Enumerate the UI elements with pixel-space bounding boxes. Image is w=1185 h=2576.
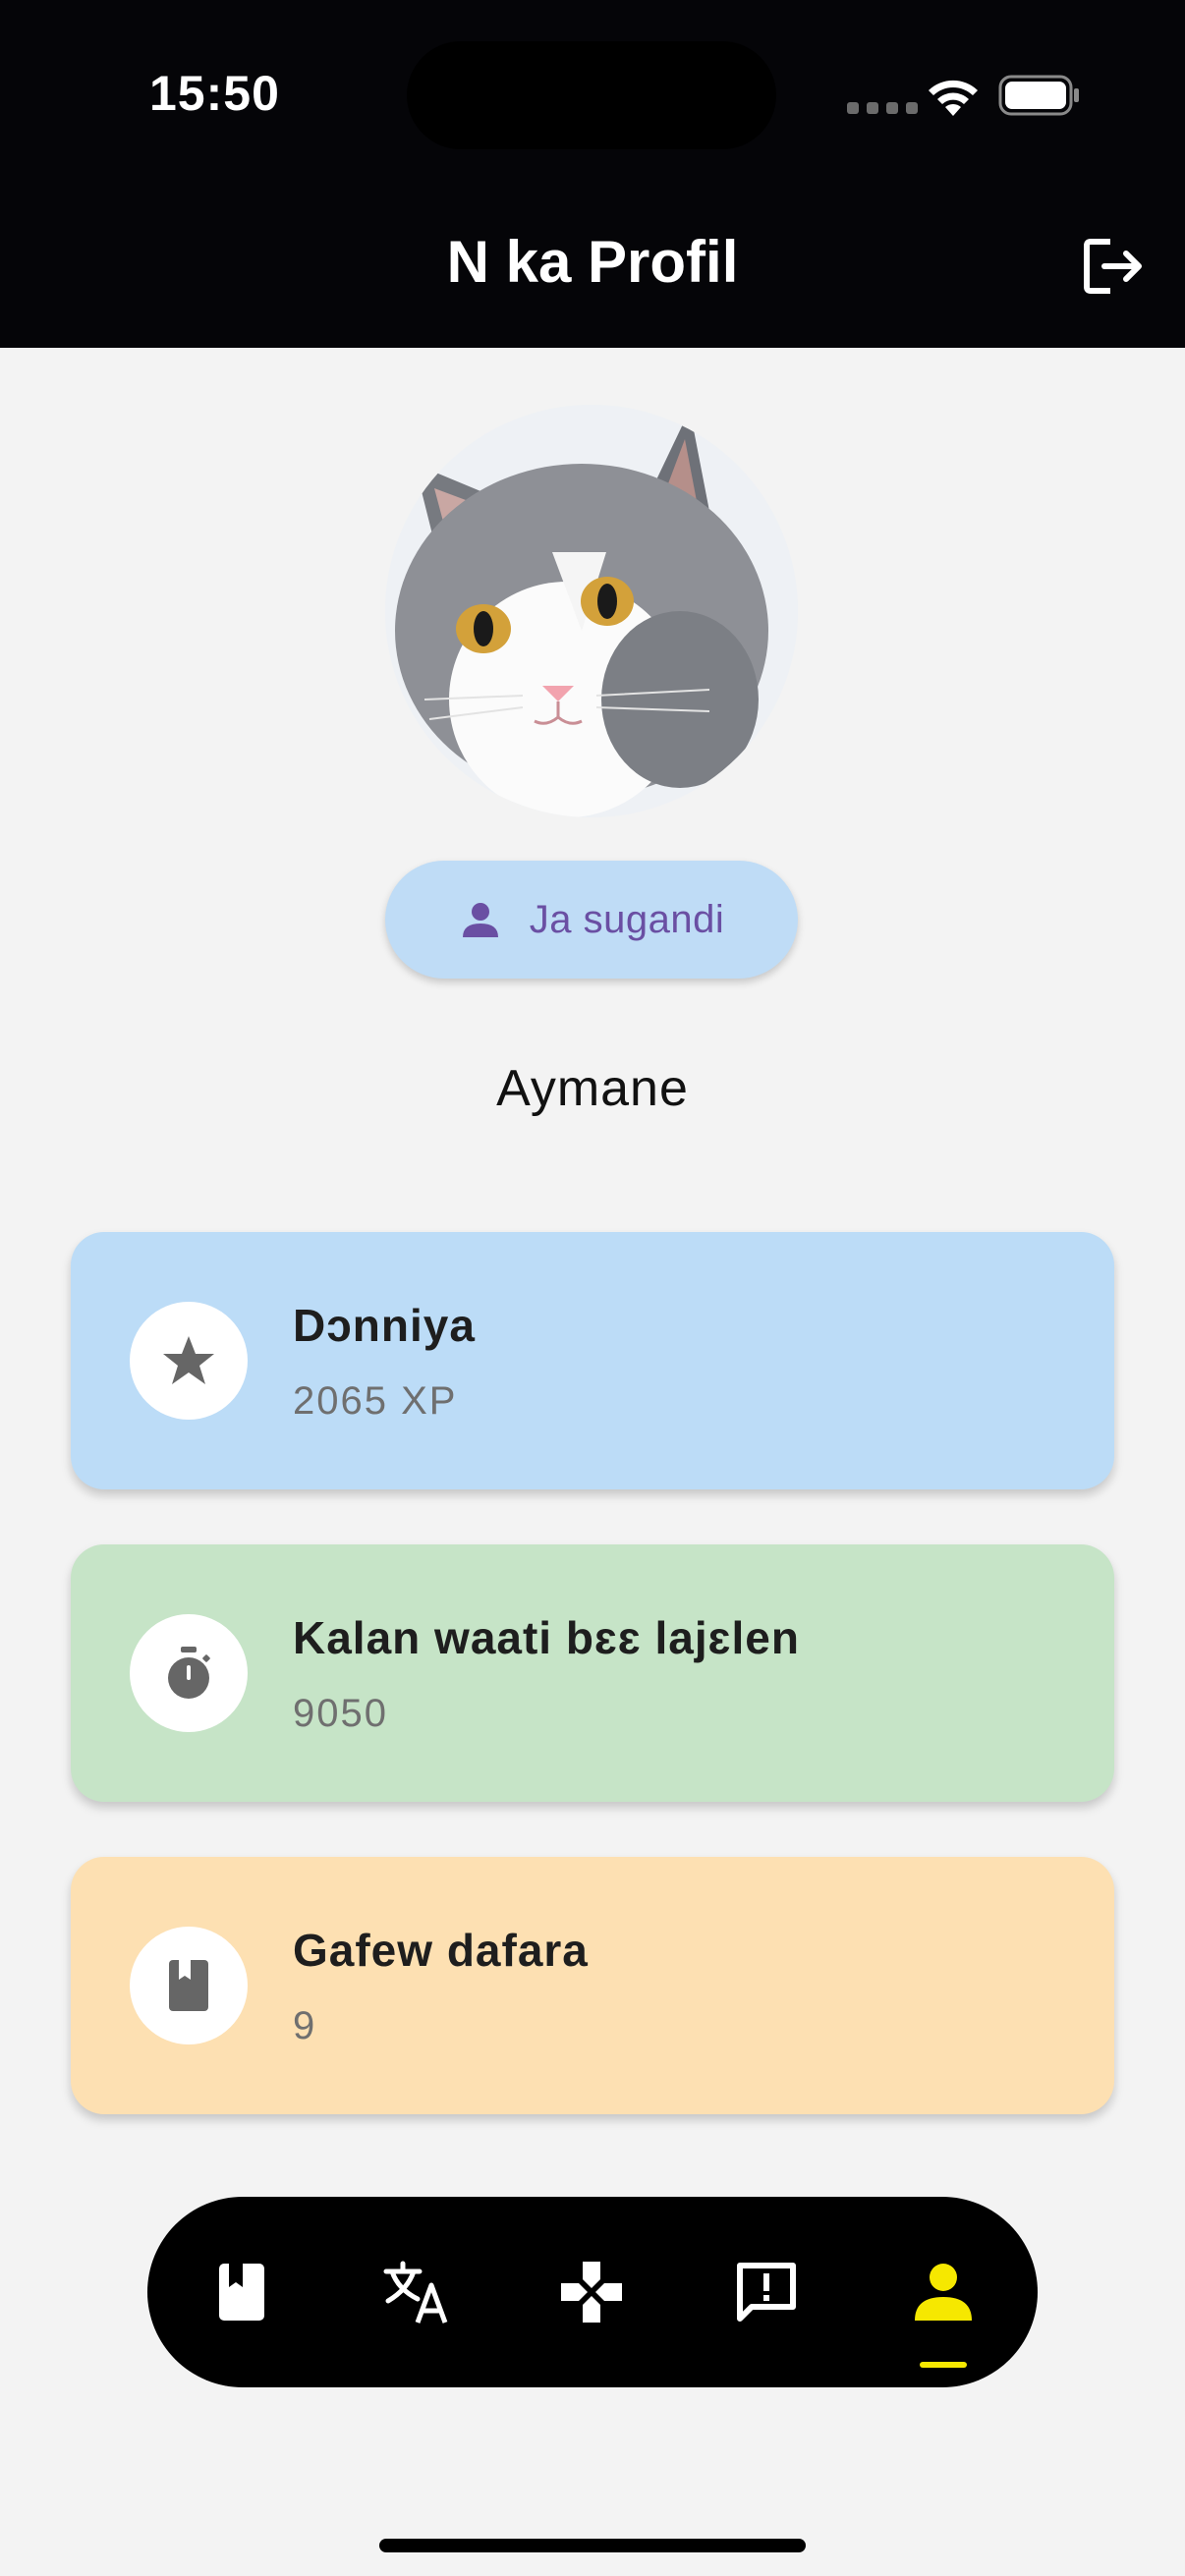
- gamepad-icon: [561, 2262, 622, 2323]
- study-time-card: Kalan waati bɛɛ lajɛlen 9050: [71, 1544, 1114, 1802]
- xp-card: Dɔnniya 2065 XP: [71, 1232, 1114, 1489]
- wifi-icon: [929, 80, 978, 116]
- home-indicator: [379, 2539, 806, 2552]
- star-icon: [163, 1336, 214, 1384]
- feedback-icon: [737, 2263, 796, 2322]
- cellular-signal-icon: [847, 102, 918, 114]
- change-photo-label: Ja sugandi: [529, 897, 725, 941]
- study-time-value: 9050: [293, 1692, 388, 1735]
- nav-item-games[interactable]: [533, 2197, 650, 2387]
- nav-item-feedback[interactable]: [707, 2197, 825, 2387]
- xp-icon-circle: [130, 1302, 248, 1420]
- study-time-icon-circle: [130, 1614, 248, 1732]
- nav-item-profile[interactable]: [884, 2197, 1002, 2387]
- change-photo-button[interactable]: Ja sugandi: [385, 861, 798, 979]
- status-time: 15:50: [149, 66, 280, 121]
- person-icon: [915, 2264, 972, 2321]
- page-title: N ka Profil: [446, 229, 739, 295]
- nav-item-books[interactable]: [183, 2197, 301, 2387]
- dynamic-island: [407, 41, 776, 149]
- translate-icon: [383, 2261, 448, 2324]
- top-app-bar: 15:50 N ka Profil: [0, 0, 1185, 348]
- logout-icon[interactable]: [1079, 232, 1148, 301]
- nav-item-translate[interactable]: [358, 2197, 476, 2387]
- book-icon: [169, 1960, 208, 2011]
- books-read-value: 9: [293, 2004, 317, 2047]
- avatar: [385, 405, 798, 817]
- person-icon: [462, 903, 498, 937]
- xp-title: Dɔnniya: [293, 1300, 476, 1351]
- username: Aymane: [496, 1060, 689, 1117]
- book-icon: [219, 2264, 264, 2321]
- active-tab-indicator: [920, 2362, 967, 2368]
- xp-value: 2065 XP: [293, 1379, 458, 1423]
- battery-icon: [998, 75, 1079, 116]
- stopwatch-icon: [168, 1647, 210, 1699]
- bottom-navigation: [147, 2197, 1038, 2387]
- books-read-card: Gafew dafara 9: [71, 1857, 1114, 2114]
- study-time-title: Kalan waati bɛɛ lajɛlen: [293, 1612, 800, 1663]
- books-read-title: Gafew dafara: [293, 1925, 589, 1976]
- cat-photo: [385, 405, 798, 817]
- books-read-icon-circle: [130, 1927, 248, 2044]
- profile-screen: 15:50 N ka Profil Ja sugandi Aymane Dɔnn…: [0, 0, 1185, 2576]
